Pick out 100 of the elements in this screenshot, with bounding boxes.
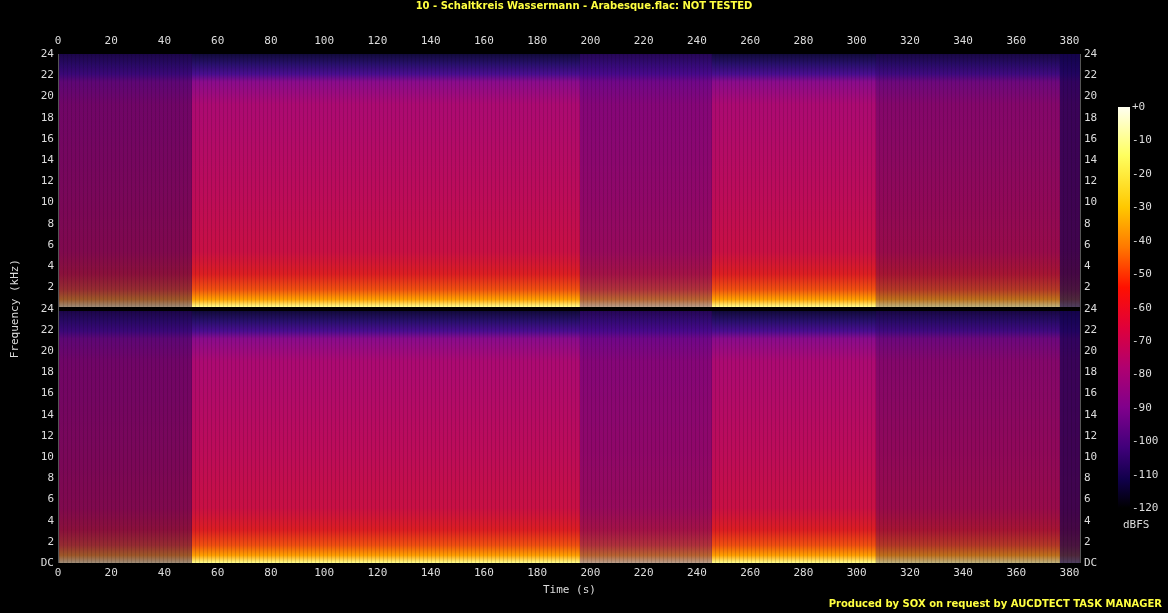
color-scale-label: +0 [1132, 101, 1146, 113]
frequency-tick-label: 24 [40, 302, 54, 315]
frequency-tick-label: 18 [1084, 366, 1098, 379]
frequency-tick-label: 24 [1084, 302, 1098, 315]
frequency-tick-label: 22 [1084, 69, 1098, 82]
color-scale-unit: dBFS [1123, 519, 1150, 531]
time-tick-label: 360 [1006, 35, 1027, 47]
frequency-tick-label: 20 [1084, 90, 1098, 103]
time-tick-label: 120 [367, 35, 388, 47]
frequency-tick-label: 24 [1084, 48, 1098, 60]
frequency-tick-label: 6 [1084, 493, 1091, 506]
frequency-tick-label: 22 [40, 69, 54, 82]
color-scale-label: -110 [1132, 468, 1159, 481]
frequency-tick-label: 12 [40, 175, 54, 188]
frequency-tick-label: 2 [47, 535, 54, 548]
time-tick-label: 380 [1059, 35, 1080, 47]
time-tick-label: 180 [527, 35, 548, 47]
time-tick-label: 260 [740, 35, 761, 47]
frequency-tick-label: 6 [1084, 238, 1091, 251]
frequency-tick-label: 12 [1084, 175, 1098, 188]
frequency-tick-label: 22 [1084, 323, 1098, 336]
frequency-tick-label: 14 [1084, 408, 1098, 421]
frequency-tick-label: 12 [40, 429, 54, 442]
color-scale-label: -120 [1132, 502, 1159, 514]
frequency-tick-label: 22 [40, 323, 54, 336]
color-scale-label: -50 [1132, 268, 1152, 281]
time-tick-label: 160 [473, 567, 494, 579]
axis-title: Time (s) [543, 583, 596, 596]
frequency-tick-label: 16 [1084, 132, 1098, 145]
time-tick-label: 180 [527, 567, 548, 579]
frequency-tick-label: 20 [40, 90, 54, 103]
time-tick-label: 20 [104, 567, 118, 579]
frequency-tick-label: 18 [1084, 111, 1098, 124]
frequency-tick-label: DC [1084, 557, 1098, 569]
color-scale-label: -60 [1132, 301, 1152, 314]
frequency-tick-label: 6 [47, 238, 54, 251]
frequency-tick-label: DC [40, 557, 54, 569]
frequency-tick-label: 8 [47, 472, 54, 485]
time-tick-label: 320 [899, 35, 920, 47]
chart-title: 10 - Schaltkreis Wassermann - Arabesque.flac: NOT TESTED [415, 0, 753, 11]
time-tick-label: 200 [580, 567, 601, 579]
time-tick-label: 280 [793, 567, 814, 579]
time-tick-label: 280 [793, 35, 814, 47]
time-tick-label: 40 [157, 35, 172, 47]
frequency-tick-label: 24 [40, 48, 54, 60]
axis-title: Frequency (kHz) [8, 258, 21, 359]
color-scale-label: -90 [1132, 401, 1152, 414]
frequency-tick-label: 4 [47, 514, 54, 527]
time-tick-label: 220 [633, 567, 654, 579]
frequency-tick-label: 10 [40, 196, 54, 209]
time-tick-label: 100 [314, 35, 335, 47]
color-scale-label: -30 [1132, 201, 1152, 214]
frequency-tick-label: 10 [1084, 450, 1098, 463]
frequency-tick-label: 2 [1084, 535, 1091, 548]
time-tick-label: 340 [953, 35, 973, 47]
time-tick-label: 360 [1006, 567, 1027, 579]
frequency-tick-label: 14 [1084, 154, 1098, 167]
frequency-tick-label: 2 [1084, 281, 1091, 294]
time-tick-label: 80 [264, 35, 278, 47]
frequency-tick-label: 8 [47, 217, 54, 230]
frequency-tick-label: 2 [47, 281, 54, 294]
time-tick-label: 300 [846, 567, 867, 579]
color-scale-label: -100 [1132, 435, 1159, 448]
frequency-tick-label: 10 [40, 450, 54, 463]
frequency-tick-label: 4 [1084, 514, 1091, 527]
time-tick-label: 160 [473, 35, 494, 47]
time-tick-label: 260 [740, 567, 761, 579]
time-tick-label: 140 [420, 35, 441, 47]
credit-text: Produced by SOX on request by AUCDTECT TASK MANAGER [828, 598, 1162, 609]
frequency-tick-label: 18 [40, 111, 54, 124]
time-tick-label: 60 [211, 35, 225, 47]
frequency-tick-label: 16 [1084, 387, 1098, 400]
color-scale-label: -20 [1132, 167, 1152, 180]
time-tick-label: 240 [686, 35, 707, 47]
time-tick-label: 320 [899, 567, 920, 579]
time-tick-label: 300 [846, 35, 867, 47]
frequency-tick-label: 6 [47, 493, 54, 506]
frequency-tick-label: 18 [40, 366, 54, 379]
time-tick-label: 340 [953, 567, 973, 579]
time-tick-label: 0 [54, 567, 62, 579]
frequency-tick-label: 8 [1084, 472, 1091, 485]
frequency-tick-label: 4 [47, 260, 54, 273]
frequency-tick-label: 14 [40, 154, 54, 167]
frequency-tick-label: 16 [40, 132, 54, 145]
frequency-tick-label: 20 [40, 344, 54, 357]
frequency-tick-label: 8 [1084, 217, 1091, 230]
time-tick-label: 60 [211, 567, 225, 579]
color-scale-label: -80 [1132, 368, 1152, 381]
time-tick-label: 120 [367, 567, 388, 579]
time-tick-label: 200 [580, 35, 601, 47]
frequency-tick-label: 4 [1084, 260, 1091, 273]
frequency-tick-label: 10 [1084, 196, 1098, 209]
color-scale-label: -10 [1132, 134, 1152, 147]
time-tick-label: 380 [1059, 567, 1080, 579]
time-tick-label: 100 [314, 567, 335, 579]
frequency-tick-label: 16 [40, 387, 54, 400]
frequency-tick-label: 12 [1084, 429, 1098, 442]
time-tick-label: 40 [157, 567, 172, 579]
frequency-tick-label: 14 [40, 408, 54, 421]
time-tick-label: 240 [686, 567, 707, 579]
